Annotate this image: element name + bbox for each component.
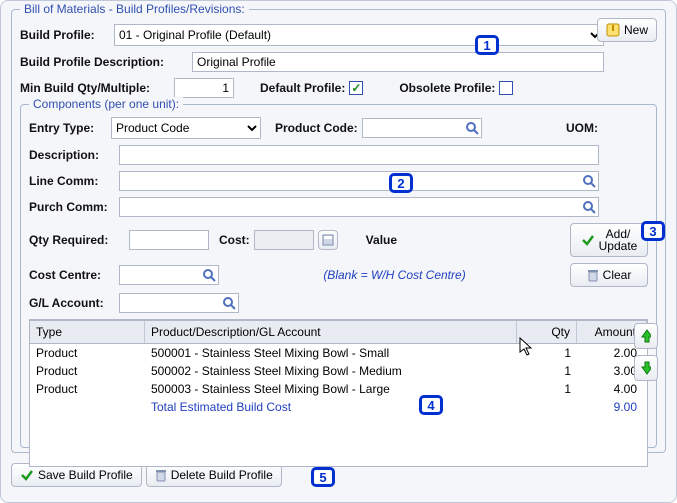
cost-centre-hint: (Blank = W/H Cost Centre) [223,268,566,282]
arrow-up-icon [641,329,651,343]
gl-account-lookup-button[interactable] [221,295,237,311]
line-comm-input[interactable] [119,171,599,191]
value-label: Value [366,233,397,247]
callout-1: 1 [475,35,499,55]
obsolete-profile-label: Obsolete Profile: [399,81,495,95]
build-profile-desc-input[interactable] [192,52,604,72]
save-icon [20,468,34,482]
add-update-button[interactable]: Add/ Update [570,223,648,257]
col-type: Type [30,321,145,343]
search-icon [465,121,479,135]
cost-label: Cost: [219,233,250,247]
build-profile-row: Build Profile: 01 - Original Profile (De… [20,24,657,46]
col-desc: Product/Description/GL Account [145,321,517,343]
bom-fieldset: Bill of Materials - Build Profiles/Revis… [11,9,666,453]
cell-type: Product [30,381,145,397]
bom-panel: Bill of Materials - Build Profiles/Revis… [0,0,677,503]
components-legend: Components (per one unit): [29,97,183,111]
add-update-label-2: Update [599,240,638,252]
cell-qty: 1 [517,381,577,397]
search-icon [202,268,216,282]
cell-desc: 500002 - Stainless Steel Mixing Bowl - M… [145,363,517,379]
total-label: Total Estimated Build Cost [145,399,517,415]
cell-type: Product [30,345,145,361]
gl-account-label: G/L Account: [29,296,115,310]
cell-type: Product [30,363,145,379]
mouse-cursor-icon [519,337,535,357]
delete-icon [155,468,167,482]
new-icon [606,23,620,37]
line-comm-label: Line Comm: [29,174,115,188]
search-icon [582,174,596,188]
save-button-label: Save Build Profile [38,468,133,482]
check-icon [581,233,595,247]
calculator-icon [322,234,334,246]
uom-label: UOM: [566,121,598,135]
min-qty-row: Min Build Qty/Multiple: Default Profile:… [20,78,657,98]
line-comm-lookup-button[interactable] [581,173,597,189]
table-row[interactable]: Product500003 - Stainless Steel Mixing B… [30,380,647,398]
qty-required-label: Qty Required: [29,233,125,247]
callout-5: 5 [311,467,335,487]
obsolete-profile-checkbox[interactable] [499,81,513,95]
product-code-lookup-button[interactable] [464,120,480,136]
cell-amt: 4.00 [577,381,647,397]
table-row[interactable]: Product500001 - Stainless Steel Mixing B… [30,344,647,362]
clear-button[interactable]: Clear [570,263,648,287]
callout-2: 2 [389,173,413,193]
new-button[interactable]: New [597,18,657,42]
default-profile-checkbox[interactable]: ✓ [349,81,363,95]
cell-desc: 500003 - Stainless Steel Mixing Bowl - L… [145,381,517,397]
build-profile-label: Build Profile: [20,28,110,42]
build-profile-desc-label: Build Profile Description: [20,55,188,69]
purch-comm-lookup-button[interactable] [581,199,597,215]
product-code-label: Product Code: [275,121,358,135]
cost-input[interactable] [254,230,314,250]
table-body: Product500001 - Stainless Steel Mixing B… [30,344,647,398]
search-icon [222,296,236,310]
cost-centre-lookup-button[interactable] [201,267,217,283]
component-description-input[interactable] [119,145,599,165]
move-up-button[interactable] [634,323,658,349]
cell-desc: 500001 - Stainless Steel Mixing Bowl - S… [145,345,517,361]
trash-icon [587,268,599,282]
callout-4: 4 [419,395,443,415]
component-description-label: Description: [29,148,115,162]
components-fieldset: Components (per one unit): Entry Type: P… [20,104,657,448]
min-qty-input[interactable] [174,78,234,98]
purch-comm-label: Purch Comm: [29,200,115,214]
min-qty-label: Min Build Qty/Multiple: [20,81,170,95]
build-profile-select[interactable]: 01 - Original Profile (Default) [114,24,604,46]
callout-3: 3 [641,221,665,241]
table-row[interactable]: Product500002 - Stainless Steel Mixing B… [30,362,647,380]
entry-type-select[interactable]: Product Code [111,117,261,139]
build-profile-desc-row: Build Profile Description: [20,52,657,72]
new-button-label: New [624,23,648,37]
purch-comm-input[interactable] [119,197,599,217]
cost-centre-label: Cost Centre: [29,268,115,282]
total-value: 9.00 [577,399,647,415]
qty-required-input[interactable] [129,230,209,250]
search-icon [582,200,596,214]
default-profile-label: Default Profile: [260,81,345,95]
move-down-button[interactable] [634,355,658,381]
entry-type-label: Entry Type: [29,121,107,135]
calculator-button[interactable] [318,230,338,250]
components-table[interactable]: Type Product/Description/GL Account Qty … [29,319,648,467]
table-header: Type Product/Description/GL Account Qty … [30,320,647,344]
arrow-down-icon [641,361,651,375]
clear-button-label: Clear [603,268,632,282]
bom-legend: Bill of Materials - Build Profiles/Revis… [20,2,249,16]
delete-button-label: Delete Build Profile [171,468,273,482]
cell-qty: 1 [517,363,577,379]
